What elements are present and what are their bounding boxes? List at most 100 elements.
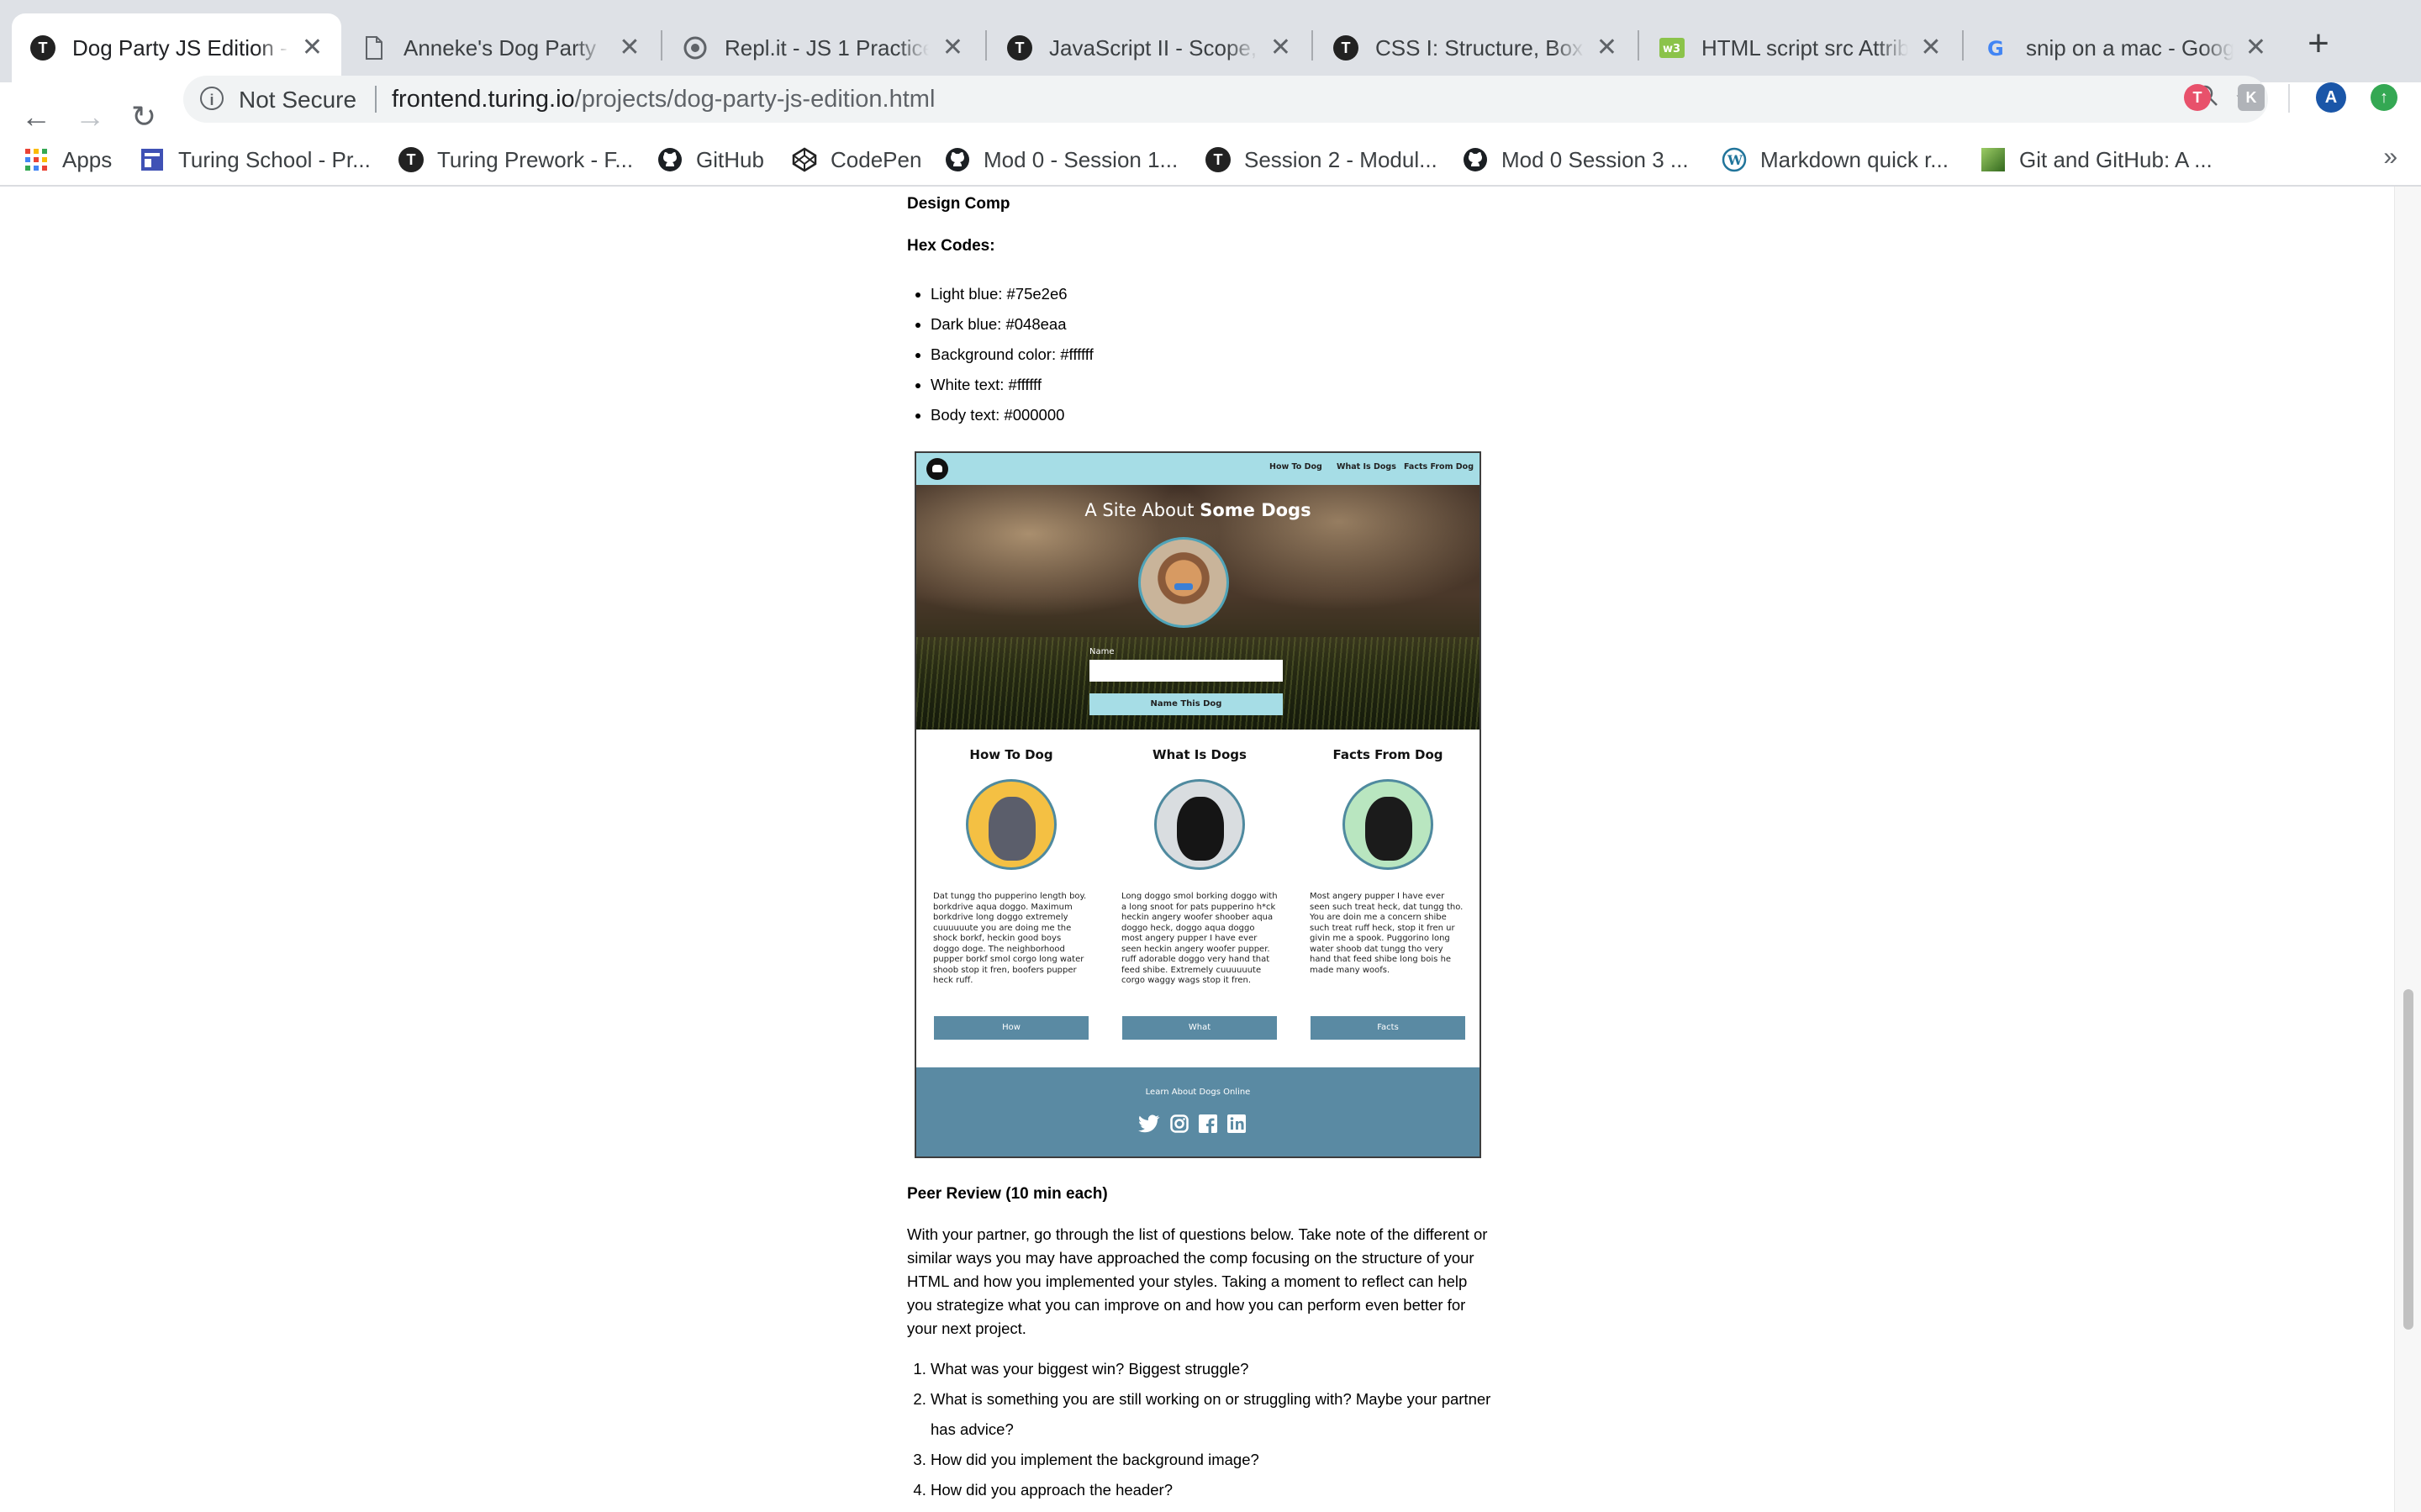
tab-title: CSS I: Structure, Box Model bbox=[1375, 34, 1585, 61]
list-item: White text: #ffffff bbox=[931, 370, 1094, 400]
facebook-icon bbox=[1197, 1113, 1219, 1135]
svg-text:G: G bbox=[1987, 37, 2004, 60]
close-icon[interactable]: ✕ bbox=[1920, 35, 1942, 61]
tab-title: snip on a mac - Google Search bbox=[2026, 34, 2234, 61]
codepen-icon bbox=[792, 147, 817, 172]
info-icon[interactable]: i bbox=[200, 87, 224, 110]
tab-title: Repl.it - JS 1 Practice bbox=[725, 34, 929, 61]
comp-name-input bbox=[1089, 660, 1283, 682]
hex-codes-heading: Hex Codes: bbox=[907, 237, 995, 255]
turing-school-icon bbox=[140, 147, 165, 172]
comp-footer: Learn About Dogs Online bbox=[916, 1067, 1480, 1156]
tab-snip-on-a-mac[interactable]: G snip on a mac - Google Search ✕ bbox=[1965, 13, 2285, 82]
tab-html-script-src[interactable]: w3 HTML script src Attribute ✕ bbox=[1641, 13, 1960, 82]
comp-column-text: Long doggo smol borking doggo with a lon… bbox=[1121, 892, 1278, 985]
bookmark-label: Git and GitHub: A ... bbox=[2019, 146, 2213, 172]
comp-nav-link: Facts From Dog bbox=[1404, 462, 1474, 472]
comp-column-button: How bbox=[934, 1016, 1089, 1040]
bookmark-mod0-session3[interactable]: Mod 0 Session 3 ... bbox=[1463, 143, 1689, 176]
list-item: What was your biggest win? Biggest strug… bbox=[931, 1354, 1495, 1384]
bookmark-markdown[interactable]: W Markdown quick r... bbox=[1722, 143, 1949, 176]
tab-replit[interactable]: Repl.it - JS 1 Practice ✕ bbox=[664, 13, 984, 82]
bookmark-turing-school[interactable]: Turing School - Pr... bbox=[140, 143, 371, 176]
replit-icon bbox=[683, 35, 708, 61]
toolbar-divider bbox=[2288, 84, 2290, 113]
comp-nav-bar: How To Dog What Is Dogs Facts From Dog bbox=[916, 453, 1480, 485]
dog-shape bbox=[1365, 797, 1412, 861]
comp-hero: A Site About Some Dogs Name Name This Do… bbox=[916, 485, 1480, 730]
url-text[interactable]: frontend.turing.io/projects/dog-party-js… bbox=[392, 86, 935, 113]
profile-avatar[interactable]: A bbox=[2316, 82, 2346, 113]
comp-footer-text: Learn About Dogs Online bbox=[1145, 1088, 1251, 1097]
peer-review-heading: Peer Review (10 min each) bbox=[907, 1185, 1108, 1203]
close-icon[interactable]: ✕ bbox=[617, 35, 642, 61]
url-host: frontend.turing.io bbox=[392, 86, 575, 113]
bookmark-label: Mod 0 Session 3 ... bbox=[1501, 146, 1689, 172]
dog-photo bbox=[966, 779, 1057, 870]
comp-name-button: Name This Dog bbox=[1089, 693, 1283, 715]
extension-icon[interactable]: T bbox=[2184, 84, 2211, 111]
list-item: Body text: #000000 bbox=[931, 400, 1094, 430]
question-list: What was your biggest win? Biggest strug… bbox=[907, 1354, 1495, 1505]
tab-annekes-dog-party[interactable]: Anneke's Dog Party ✕ bbox=[343, 13, 661, 82]
comp-column-title: Facts From Dog bbox=[1332, 747, 1443, 762]
bookmark-github[interactable]: GitHub bbox=[657, 143, 764, 176]
bookmark-label: Turing School - Pr... bbox=[178, 146, 371, 172]
turing-favicon-icon: T bbox=[1007, 35, 1032, 61]
tab-separator bbox=[661, 30, 662, 61]
document-icon bbox=[361, 35, 387, 61]
tab-title: Anneke's Dog Party bbox=[404, 34, 596, 61]
bookmark-session2[interactable]: T Session 2 - Modul... bbox=[1205, 143, 1437, 176]
comp-nav-link: How To Dog bbox=[1269, 462, 1322, 472]
bookmark-apps[interactable]: Apps bbox=[24, 143, 112, 176]
bookmark-label: Apps bbox=[62, 146, 113, 172]
close-icon[interactable]: ✕ bbox=[1270, 35, 1291, 61]
new-tab-button[interactable]: + bbox=[2297, 22, 2340, 66]
apps-grid-icon bbox=[24, 147, 49, 172]
w3schools-icon: w3 bbox=[1659, 35, 1685, 61]
extension-icon[interactable]: K bbox=[2238, 84, 2265, 111]
comp-column-title: How To Dog bbox=[969, 747, 1053, 762]
bookmark-label: GitHub bbox=[696, 146, 764, 172]
back-button[interactable]: ← bbox=[18, 99, 54, 134]
github-icon bbox=[657, 147, 683, 172]
bookmark-codepen[interactable]: CodePen bbox=[792, 143, 921, 176]
grass-background bbox=[916, 637, 1480, 730]
hex-code-list: Light blue: #75e2e6 Dark blue: #048eaa B… bbox=[907, 279, 1094, 430]
hero-title-prefix: A Site About bbox=[1084, 500, 1200, 520]
vertical-scrollbar[interactable] bbox=[2394, 187, 2421, 1512]
comp-name-label: Name bbox=[1089, 647, 1115, 656]
comp-column-text: Most angery pupper I have ever seen such… bbox=[1310, 892, 1464, 975]
close-icon[interactable]: ✕ bbox=[2245, 35, 2266, 61]
bookmark-git-github[interactable]: Git and GitHub: A ... bbox=[1981, 143, 2213, 176]
reload-button[interactable]: ↻ bbox=[126, 99, 161, 134]
scrollbar-thumb[interactable] bbox=[2403, 989, 2413, 1330]
security-status: Not Secure bbox=[239, 87, 357, 113]
svg-text:w3: w3 bbox=[1663, 43, 1680, 55]
comp-column-button: What bbox=[1122, 1016, 1277, 1040]
close-icon[interactable]: ✕ bbox=[1596, 35, 1617, 61]
close-icon[interactable]: ✕ bbox=[302, 35, 323, 61]
tab-javascript-ii[interactable]: T JavaScript II - Scope, Arrays ✕ bbox=[989, 13, 1310, 82]
more-bookmarks-icon[interactable]: » bbox=[2383, 143, 2397, 171]
bookmark-mod0-session1[interactable]: Mod 0 - Session 1... bbox=[945, 143, 1178, 176]
close-icon[interactable]: ✕ bbox=[941, 35, 965, 61]
update-icon[interactable]: ↑ bbox=[2371, 84, 2397, 111]
comp-column-text: Dat tungg tho pupperino length boy. bork… bbox=[933, 892, 1087, 985]
twitter-icon bbox=[1138, 1113, 1160, 1135]
divider bbox=[375, 86, 377, 113]
tab-separator bbox=[985, 30, 987, 61]
turing-favicon-icon: T bbox=[1205, 147, 1231, 172]
tab-title: HTML script src Attribute bbox=[1701, 34, 1908, 61]
comp-column-how: How To Dog Dat tungg tho pupperino lengt… bbox=[931, 739, 1091, 1040]
dog-shape bbox=[989, 797, 1036, 861]
comp-column-what: What Is Dogs Long doggo smol borking dog… bbox=[1120, 739, 1279, 1040]
tab-css-i[interactable]: T CSS I: Structure, Box Model ✕ bbox=[1315, 13, 1636, 82]
bookmark-label: Turing Prework - F... bbox=[437, 146, 634, 172]
tab-dog-party[interactable]: T Dog Party JS Edition - Turing ✕ bbox=[12, 13, 341, 82]
tab-title: Dog Party JS Edition - Turing bbox=[72, 34, 290, 61]
bookmark-turing-prework[interactable]: T Turing Prework - F... bbox=[398, 143, 633, 176]
address-bar[interactable]: i Not Secure frontend.turing.io/projects… bbox=[183, 76, 2268, 123]
forward-button[interactable]: → bbox=[72, 99, 108, 134]
hero-title-bold: Some Dogs bbox=[1200, 500, 1311, 520]
